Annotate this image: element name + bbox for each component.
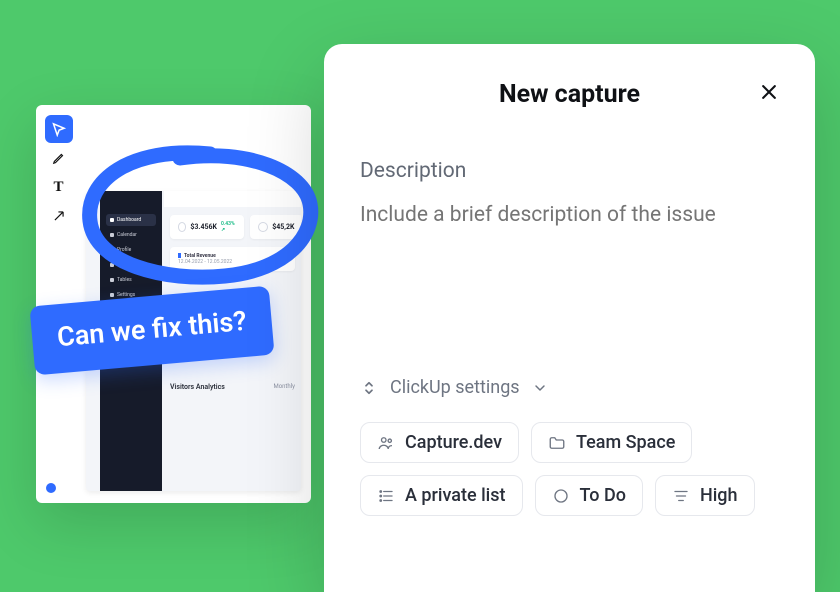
clickup-settings-label: ClickUp settings bbox=[390, 377, 520, 398]
people-icon bbox=[377, 434, 395, 452]
status-icon bbox=[552, 487, 570, 505]
list-chip[interactable]: A private list bbox=[360, 475, 523, 516]
status-dot bbox=[46, 483, 56, 493]
close-icon bbox=[759, 82, 779, 102]
priority-icon bbox=[672, 487, 690, 505]
status-chip[interactable]: To Do bbox=[535, 475, 643, 516]
clickup-settings-toggle[interactable]: ClickUp settings bbox=[360, 377, 779, 398]
tool-rail: T bbox=[42, 111, 75, 230]
close-button[interactable] bbox=[755, 78, 783, 106]
list-icon bbox=[377, 487, 395, 505]
panel-title: New capture bbox=[499, 80, 640, 109]
description-label: Description bbox=[360, 159, 779, 183]
description-input[interactable] bbox=[360, 203, 779, 227]
settings-chips: Capture.dev Team Space A private list To… bbox=[360, 422, 779, 516]
capture-panel: New capture Description ClickUp settings… bbox=[324, 44, 815, 592]
clickup-settings-icon bbox=[360, 379, 378, 397]
pencil-tool[interactable] bbox=[45, 144, 73, 172]
priority-chip[interactable]: High bbox=[655, 475, 755, 516]
folder-icon bbox=[548, 434, 566, 452]
chevron-down-icon bbox=[532, 380, 548, 396]
space-chip[interactable]: Team Space bbox=[531, 422, 692, 463]
text-tool[interactable]: T bbox=[45, 173, 73, 201]
cursor-tool[interactable] bbox=[45, 115, 73, 143]
arrow-tool[interactable] bbox=[45, 202, 73, 230]
workspace-chip[interactable]: Capture.dev bbox=[360, 422, 519, 463]
panel-header: New capture bbox=[360, 80, 779, 109]
